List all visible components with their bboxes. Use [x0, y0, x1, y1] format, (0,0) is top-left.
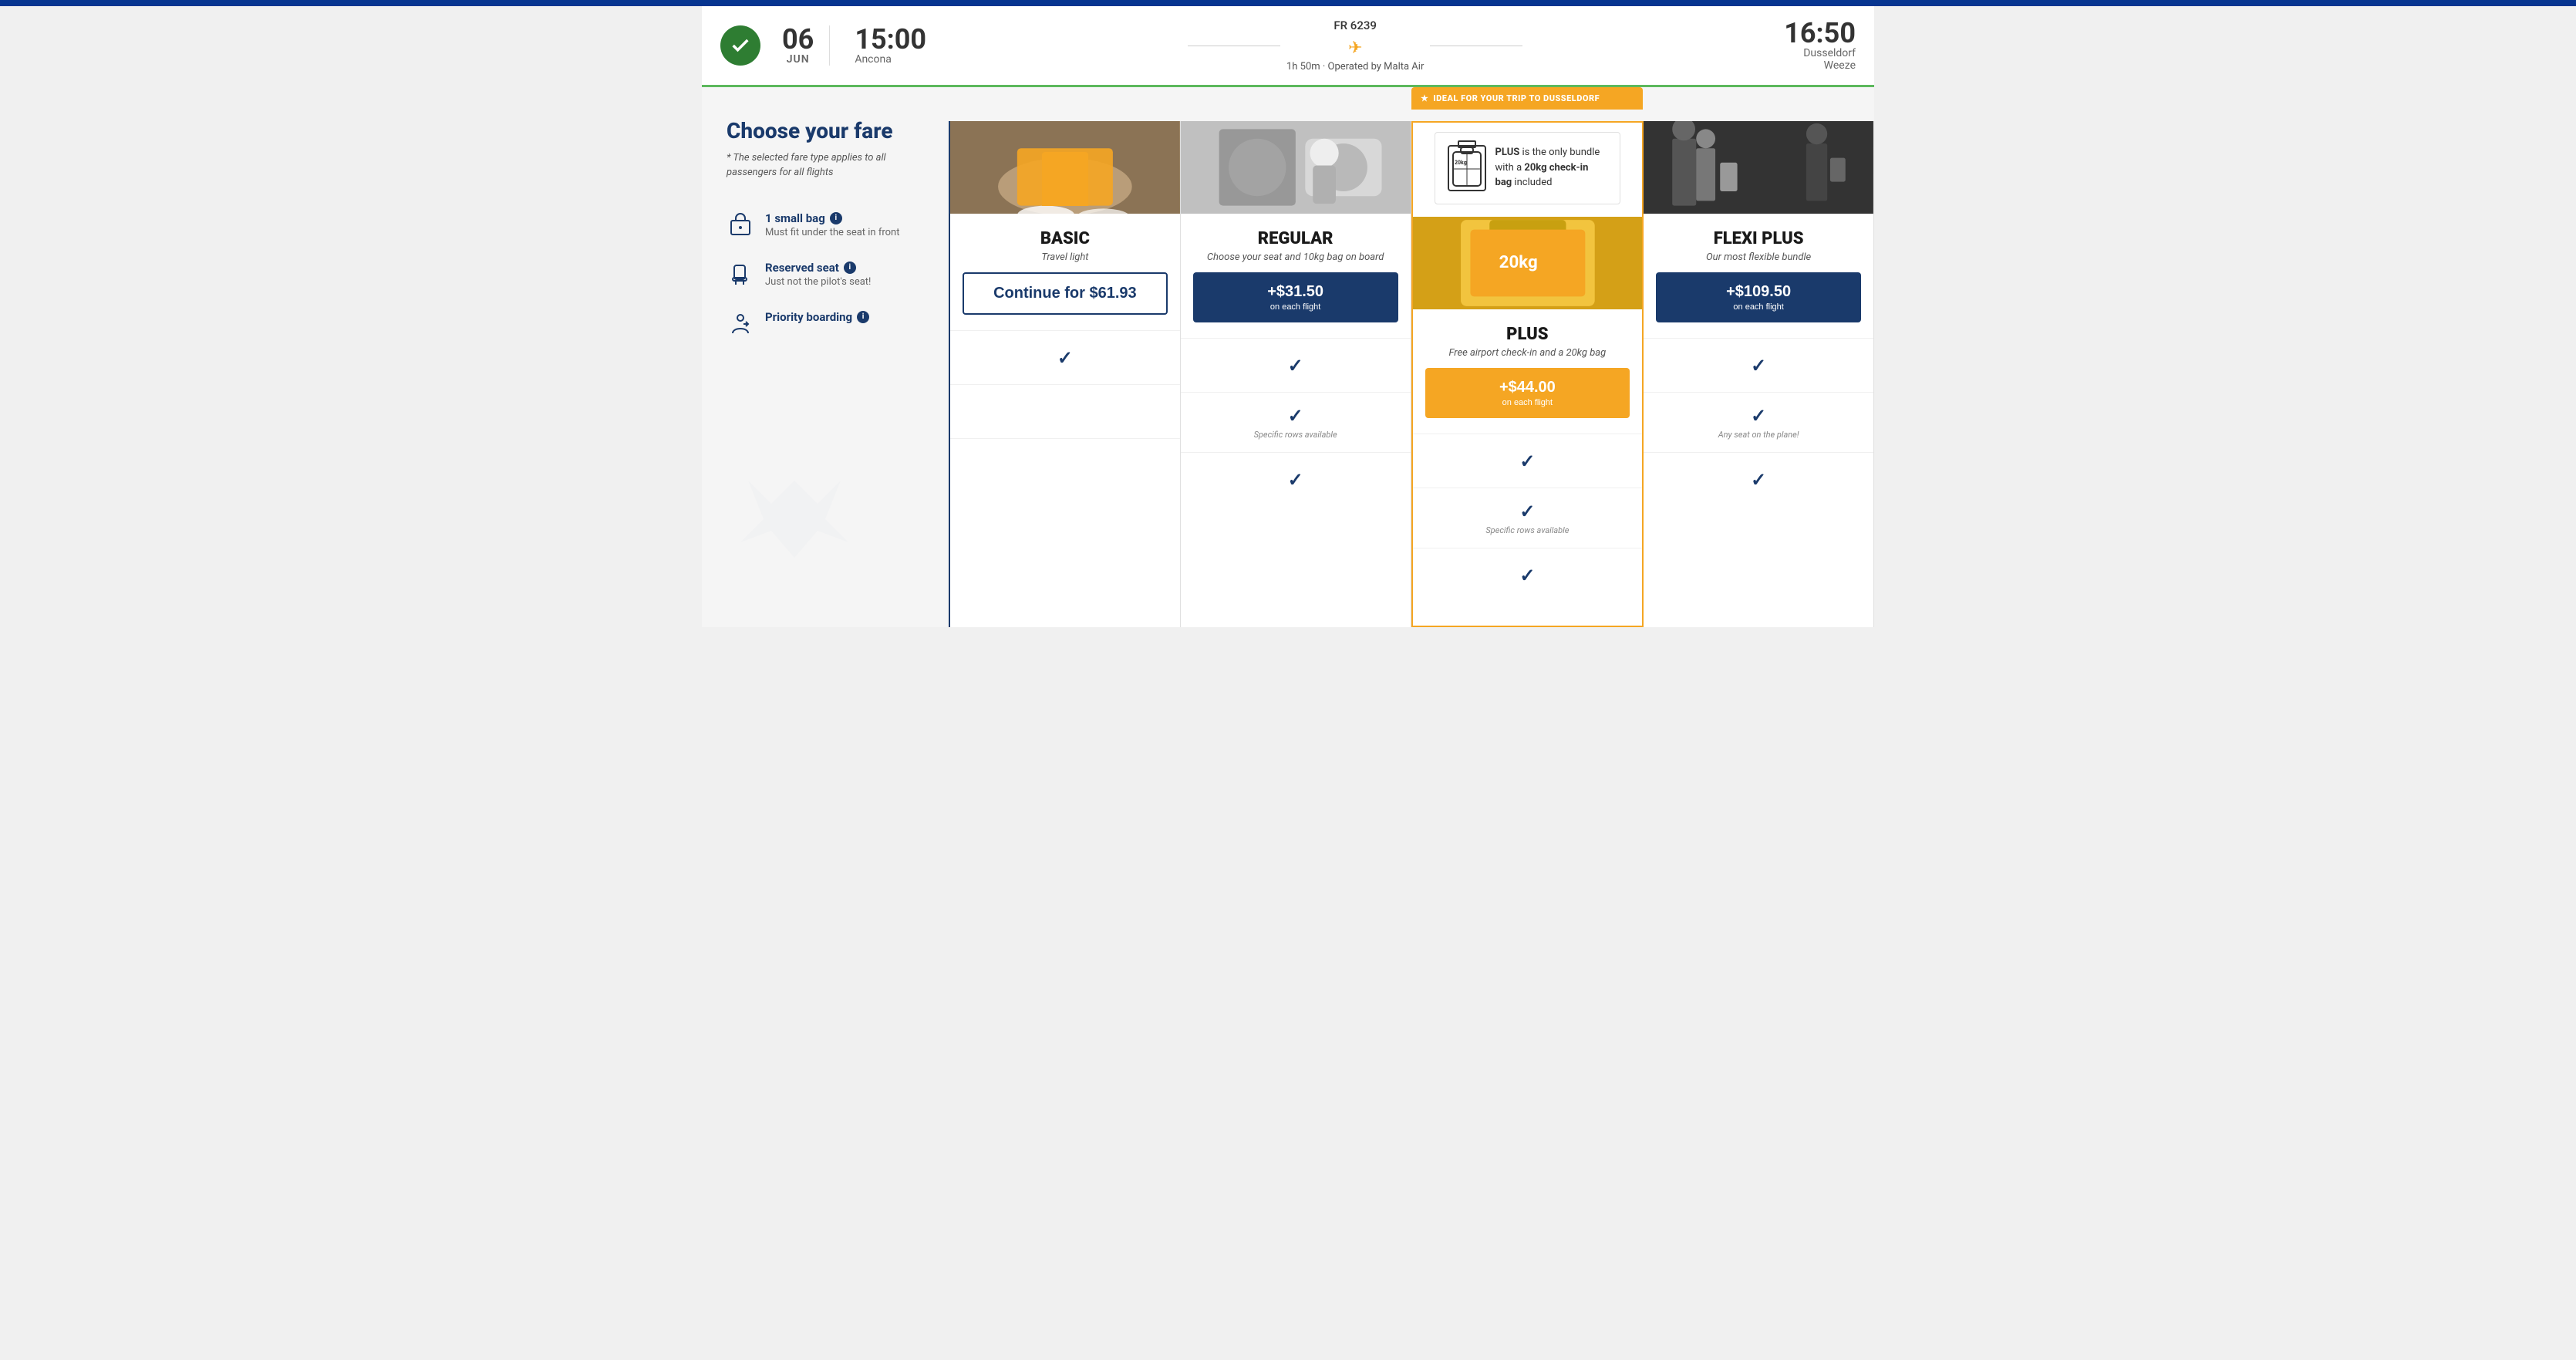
plus-feature-rows: ✓ ✓ Specific rows available ✓: [1413, 434, 1643, 602]
flexi-price-sub: on each flight: [1733, 302, 1783, 312]
fare-cards-container: BASIC Travel light Continue for $61.93 ✓: [949, 121, 1874, 627]
seat-icon: [727, 261, 754, 289]
flight-header: 06 JUN 15:00 Ancona FR 6239 ✈ 1h 50m · O…: [702, 6, 1874, 87]
svg-text:20kg: 20kg: [1499, 252, 1537, 272]
luggage-icon: 20kg: [1448, 145, 1486, 191]
reserved-seat-title: Reserved seat i: [765, 261, 924, 275]
regular-tagline: Choose your seat and 10kg bag on board: [1207, 251, 1384, 263]
fare-regular: REGULAR Choose your seat and 10kg bag on…: [1181, 121, 1411, 627]
basic-reserved-seat-check: [950, 384, 1180, 438]
arrival-time: 16:50: [1784, 19, 1856, 47]
plus-price-main: +$44.00: [1499, 379, 1556, 397]
flexi-seat-note: Any seat on the plane!: [1718, 430, 1799, 440]
plus-small-bag-check: ✓: [1413, 434, 1643, 488]
feature-reserved-seat: Reserved seat i Just not the pilot's sea…: [727, 261, 924, 289]
regular-feature-rows: ✓ ✓ Specific rows available ✓: [1181, 338, 1411, 506]
regular-price-main: +$31.50: [1267, 283, 1323, 301]
feature-priority-boarding: Priority boarding i: [727, 310, 924, 338]
banner-text: IDEAL FOR YOUR TRIP TO DUSSELDORF: [1433, 93, 1600, 103]
plus-info-box: 20kg PLUS is the only bundle with a 20kg…: [1435, 132, 1621, 204]
banner-star-icon: ★: [1421, 93, 1428, 103]
regular-reserved-seat-check: ✓ Specific rows available: [1181, 392, 1411, 452]
basic-card-body: BASIC Travel light Continue for $61.93: [950, 214, 1180, 330]
plus-image: 20kg: [1413, 217, 1643, 309]
selected-indicator: [720, 25, 760, 66]
flexi-reserved-seat-check: ✓ Any seat on the plane!: [1644, 392, 1873, 452]
regular-small-bag-check: ✓: [1181, 338, 1411, 392]
departure-info: 15:00 Ancona: [855, 25, 926, 66]
plus-card-body: PLUS Free airport check-in and a 20kg ba…: [1413, 309, 1643, 434]
regular-price-button[interactable]: +$31.50 on each flight: [1193, 272, 1398, 322]
flexi-price-button[interactable]: +$109.50 on each flight: [1656, 272, 1861, 322]
fare-cards-area: ★ IDEAL FOR YOUR TRIP TO DUSSELDORF: [949, 87, 1874, 627]
basic-tagline: Travel light: [1041, 251, 1088, 263]
fare-flexi-plus: FLEXI PLUS Our most flexible bundle +$10…: [1644, 121, 1874, 627]
top-nav-bar: [0, 0, 2576, 6]
regular-card-body: REGULAR Choose your seat and 10kg bag on…: [1181, 214, 1411, 338]
flexi-small-bag-check: ✓: [1644, 338, 1873, 392]
plus-seat-note: Specific rows available: [1485, 525, 1569, 535]
flight-date: 06 JUN: [782, 25, 830, 66]
fare-basic: BASIC Travel light Continue for $61.93 ✓: [949, 121, 1181, 627]
flexi-card-body: FLEXI PLUS Our most flexible bundle +$10…: [1644, 214, 1873, 338]
regular-price-sub: on each flight: [1270, 302, 1320, 312]
basic-price-main: Continue for $61.93: [993, 285, 1137, 302]
plus-info-text: PLUS is the only bundle with a 20kg chec…: [1495, 145, 1608, 191]
regular-seat-note: Specific rows available: [1254, 430, 1337, 440]
flight-duration: 1h 50m · Operated by Malta Air: [1286, 61, 1424, 73]
plus-reserved-seat-check: ✓ Specific rows available: [1413, 488, 1643, 548]
flexi-image: [1644, 121, 1873, 214]
plus-tagline: Free airport check-in and a 20kg bag: [1448, 347, 1606, 359]
fare-sidebar: Choose your fare * The selected fare typ…: [702, 87, 949, 627]
sidebar-subtitle: * The selected fare type applies to all …: [727, 150, 924, 181]
plus-fare-name: PLUS: [1506, 325, 1548, 344]
reserved-seat-desc: Just not the pilot's seat!: [765, 276, 924, 288]
sidebar-title: Choose your fare: [727, 118, 924, 144]
plus-recommendation-banner: ★ IDEAL FOR YOUR TRIP TO DUSSELDORF: [1411, 87, 1643, 110]
plus-price-sub: on each flight: [1502, 398, 1553, 407]
flight-month: JUN: [782, 53, 814, 66]
bag-icon: [727, 211, 754, 239]
boarding-icon: [727, 310, 754, 338]
flexi-priority-check: ✓: [1644, 452, 1873, 506]
arrival-info: 16:50 Dusseldorf Weeze: [1784, 19, 1856, 72]
small-bag-info[interactable]: i: [830, 212, 842, 224]
small-bag-desc: Must fit under the seat in front: [765, 227, 924, 238]
basic-fare-name: BASIC: [1040, 229, 1090, 248]
priority-boarding-info[interactable]: i: [857, 311, 869, 323]
flight-day: 06: [782, 25, 814, 53]
plane-icon: ✈: [1348, 39, 1362, 58]
reserved-seat-info[interactable]: i: [844, 262, 856, 274]
basic-feature-rows: ✓: [950, 330, 1180, 492]
basic-priority-check: [950, 438, 1180, 492]
flexi-price-main: +$109.50: [1726, 283, 1791, 301]
plus-price-button[interactable]: +$44.00 on each flight: [1425, 368, 1630, 418]
basic-price-button[interactable]: Continue for $61.93: [963, 272, 1168, 315]
flexi-tagline: Our most flexible bundle: [1706, 251, 1811, 263]
regular-fare-name: REGULAR: [1258, 229, 1334, 248]
plus-priority-check: ✓: [1413, 548, 1643, 602]
regular-priority-check: ✓: [1181, 452, 1411, 506]
main-content: Choose your fare * The selected fare typ…: [702, 87, 1874, 627]
flight-number: FR 6239: [1334, 19, 1377, 32]
basic-image: [950, 121, 1180, 214]
watermark-logo: [717, 473, 872, 565]
regular-image: [1181, 121, 1411, 214]
departure-time: 15:00: [855, 25, 926, 53]
priority-boarding-title: Priority boarding i: [765, 310, 924, 324]
fare-plus: 20kg PLUS is the only bundle with a 20kg…: [1411, 121, 1644, 627]
small-bag-title: 1 small bag i: [765, 211, 924, 225]
flexi-fare-name: FLEXI PLUS: [1714, 229, 1804, 248]
feature-small-bag: 1 small bag i Must fit under the seat in…: [727, 211, 924, 239]
flexi-feature-rows: ✓ ✓ Any seat on the plane! ✓: [1644, 338, 1873, 506]
arrival-city2: Weeze: [1784, 59, 1856, 72]
basic-small-bag-check: ✓: [950, 330, 1180, 384]
svg-text:20kg: 20kg: [1455, 160, 1467, 166]
